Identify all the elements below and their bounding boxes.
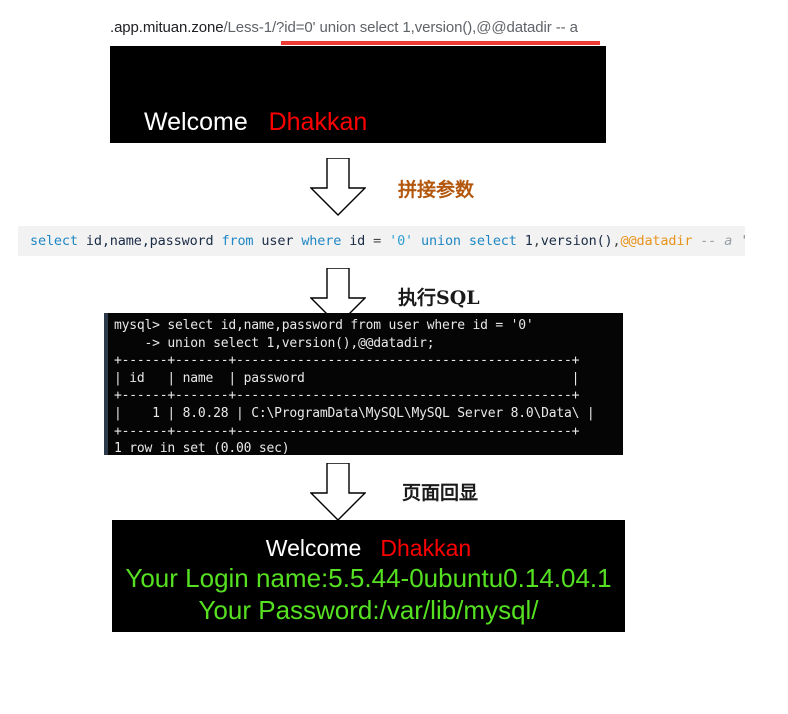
sql-token: -- a: [700, 233, 733, 249]
terminal-line: +------+-------+------------------------…: [114, 353, 580, 369]
sql-token: ,: [612, 233, 621, 249]
browser-url-bar[interactable]: .app.mituan.zone/Less-1/?id=0' union sel…: [110, 12, 600, 42]
welcome-line-top: Welcome Dhakkan: [144, 108, 367, 137]
url-path: /Less-1/?id=0' union select 1,version(),…: [223, 18, 578, 36]
browser-result-pane-top: Welcome Dhakkan: [110, 46, 606, 143]
browser-result-pane-bottom: Welcome Dhakkan Your Login name:5.5.44-0…: [112, 520, 625, 632]
terminal-output: mysql> select id,name,password from user…: [114, 317, 623, 455]
sql-token: ';: [732, 233, 745, 249]
step-label-3: 页面回显: [402, 482, 479, 504]
sql-token: union: [421, 233, 461, 249]
sql-token: from: [221, 233, 254, 249]
flow-arrow-1: [310, 158, 366, 216]
sql-token: @@datadir: [620, 233, 693, 249]
leaked-login-name: Your Login name:5.5.44-0ubuntu0.14.04.1: [125, 563, 612, 593]
welcome-user-bottom: Dhakkan: [380, 535, 472, 561]
url-host: .app.mituan.zone: [110, 18, 224, 36]
terminal-line: +------+-------+------------------------…: [114, 423, 580, 439]
sql-token: =: [365, 233, 390, 249]
step-label-2: 执行SQL: [398, 287, 480, 309]
terminal-line: -> union select 1,version(),@@datadir;: [114, 335, 435, 351]
terminal-line: mysql> select id,name,password from user…: [114, 318, 534, 333]
welcome-user-top: Dhakkan: [268, 108, 368, 136]
sql-token: id,name,password: [85, 233, 214, 249]
terminal-line: +------+-------+------------------------…: [114, 388, 580, 404]
sql-token: 1: [524, 233, 533, 249]
sql-token: ,: [532, 233, 541, 249]
sql-code-line: select id,name,password from user where …: [30, 233, 745, 249]
sql-code-box: select id,name,password from user where …: [18, 226, 745, 256]
welcome-line-bottom: Welcome Dhakkan: [112, 535, 625, 562]
terminal-line: | id | name | password |: [114, 370, 580, 386]
sql-token: '0': [389, 233, 414, 249]
step-label-1: 拼接参数: [398, 179, 475, 201]
leaked-password: Your Password:/var/lib/mysql/: [198, 595, 539, 625]
sql-token: version(): [540, 233, 613, 249]
url-highlight-underline: [281, 41, 600, 45]
sql-token: where: [301, 233, 342, 249]
sql-token: select: [468, 233, 517, 249]
terminal-line: | 1 | 8.0.28 | C:\ProgramData\MySQL\MySQ…: [114, 405, 595, 421]
terminal-line: 1 row in set (0.00 sec): [114, 441, 290, 455]
flow-arrow-3: [310, 463, 366, 521]
welcome-text-top: Welcome: [144, 108, 248, 136]
sql-token: user: [261, 233, 294, 249]
sql-token: id: [349, 233, 366, 249]
welcome-text-bottom: Welcome: [265, 535, 362, 561]
mysql-terminal: mysql> select id,name,password from user…: [104, 313, 623, 455]
sql-token: select: [30, 233, 78, 249]
